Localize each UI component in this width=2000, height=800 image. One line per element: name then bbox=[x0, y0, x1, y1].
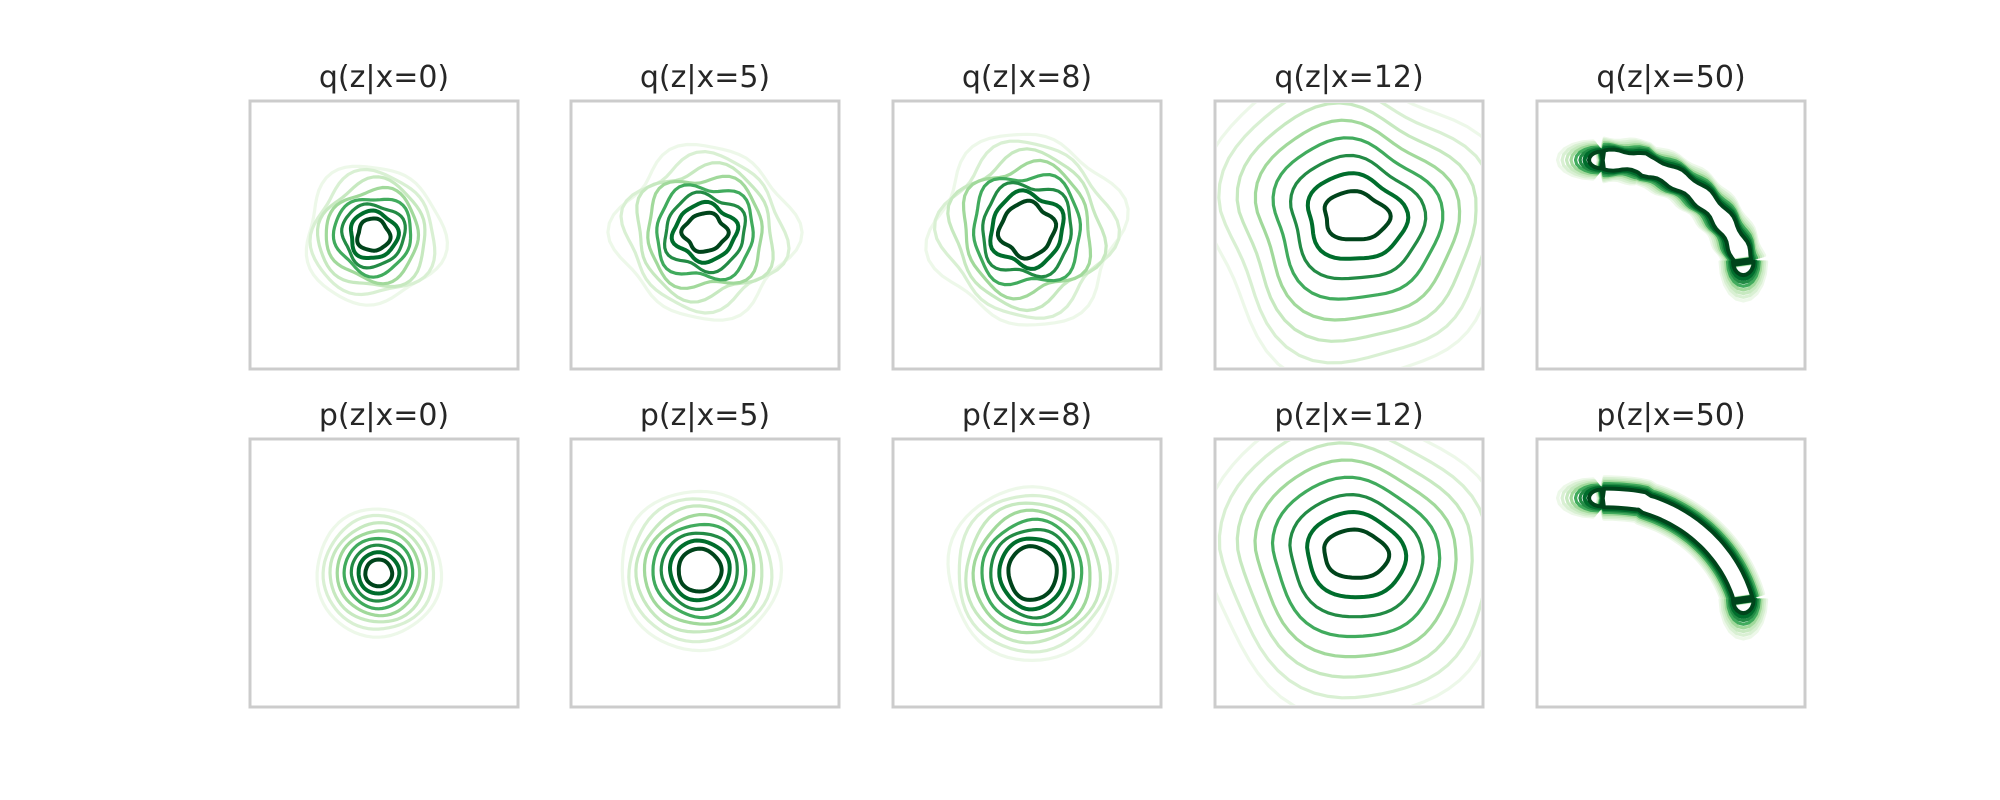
panel-p-z-x-5: p(z|x=5) bbox=[569, 398, 841, 709]
panel-title: q(z|x=5) bbox=[640, 60, 770, 95]
panel-q-z-x-12: q(z|x=12) bbox=[1213, 60, 1485, 371]
panel-p-z-x-12: p(z|x=12) bbox=[1213, 398, 1485, 709]
panel-title: q(z|x=50) bbox=[1596, 60, 1745, 95]
panel-title: p(z|x=5) bbox=[640, 398, 770, 433]
panel-title: p(z|x=8) bbox=[962, 398, 1092, 433]
panel-p-z-x-50: p(z|x=50) bbox=[1535, 398, 1807, 709]
panel-q-z-x-8: q(z|x=8) bbox=[891, 60, 1163, 371]
plot-frame bbox=[1535, 99, 1807, 371]
panel-title: p(z|x=12) bbox=[1274, 398, 1423, 433]
plot-frame bbox=[248, 437, 520, 709]
panel-q-z-x-50: q(z|x=50) bbox=[1535, 60, 1807, 371]
panel-p-z-x-0: p(z|x=0) bbox=[248, 398, 520, 709]
panel-title: p(z|x=0) bbox=[319, 398, 449, 433]
panel-title: q(z|x=0) bbox=[319, 60, 449, 95]
panel-q-z-x-0: q(z|x=0) bbox=[248, 60, 520, 371]
panel-title: q(z|x=12) bbox=[1274, 60, 1423, 95]
figure: q(z|x=0) q(z|x=5) q(z|x=8) q(z|x=12) q(z|x=5… bbox=[248, 60, 1807, 709]
panel-title: q(z|x=8) bbox=[962, 60, 1092, 95]
plot-frame bbox=[891, 437, 1163, 709]
panel-q-z-x-5: q(z|x=5) bbox=[569, 60, 841, 371]
panel-title: p(z|x=50) bbox=[1596, 398, 1745, 433]
plot-frame bbox=[569, 437, 841, 709]
plot-frame bbox=[248, 99, 520, 371]
plot-frame bbox=[569, 99, 841, 371]
panel-p-z-x-8: p(z|x=8) bbox=[891, 398, 1163, 709]
plot-frame bbox=[1535, 437, 1807, 709]
